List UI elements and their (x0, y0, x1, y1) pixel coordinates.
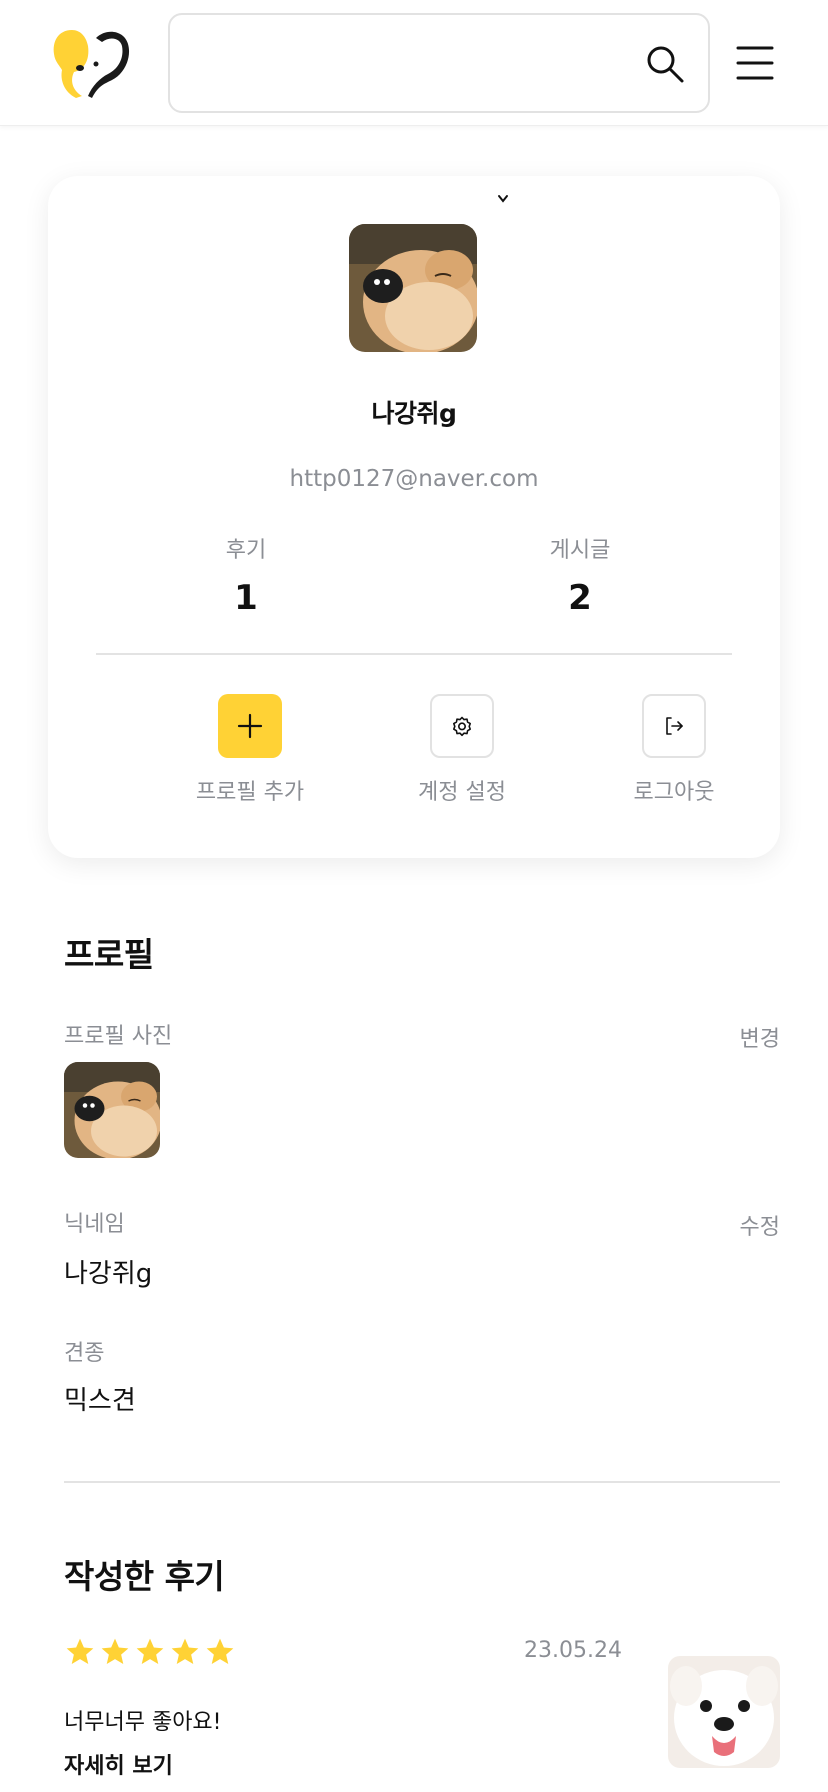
view-details-link[interactable]: 자세히 보기 (64, 1748, 173, 1780)
profile-photo (64, 1062, 160, 1158)
action-label: 로그아웃 (633, 780, 715, 805)
breed-label: 견종 (64, 1341, 105, 1366)
account-settings-button[interactable]: 계정 설정 (362, 694, 562, 806)
review-text: 너무너무 좋아요! (64, 1710, 222, 1735)
profile-avatar[interactable] (349, 224, 477, 352)
star-icon (136, 1638, 164, 1664)
plus-icon[interactable] (218, 694, 282, 758)
breed-value: 믹스견 (64, 1386, 136, 1416)
star-rating (64, 1636, 236, 1670)
email-text: http0127@naver.com (289, 466, 539, 492)
star-icon (66, 1638, 94, 1664)
add-profile-button[interactable]: 프로필 추가 (150, 694, 350, 806)
star-icon (101, 1638, 129, 1664)
stat-posts[interactable]: 게시글 2 (480, 532, 680, 618)
logout-icon[interactable] (642, 694, 706, 758)
reviews-section-title: 작성한 후기 (64, 1557, 225, 1596)
star-icon (171, 1638, 199, 1664)
action-label: 계정 설정 (418, 780, 506, 805)
nickname-row[interactable]: 나강쥐g (48, 394, 780, 434)
change-photo-button[interactable]: 변경 (740, 1021, 780, 1053)
search-icon[interactable] (644, 43, 686, 85)
action-label: 프로필 추가 (195, 780, 305, 805)
mascot-logo-icon[interactable] (50, 26, 140, 102)
review-date: 23.05.24 (524, 1638, 622, 1663)
divider (96, 653, 732, 655)
app-header (0, 0, 828, 126)
profile-section-title: 프로필 (64, 935, 154, 974)
stat-label: 게시글 (549, 538, 611, 563)
search-bar[interactable] (168, 13, 710, 113)
stat-value: 1 (234, 578, 258, 618)
star-icon (206, 1638, 234, 1664)
divider (64, 1481, 780, 1483)
chevron-down-icon[interactable] (495, 190, 511, 203)
review-thumbnail[interactable] (668, 1656, 780, 1768)
stat-value: 2 (568, 578, 592, 618)
nickname-label: 닉네임 (64, 1212, 125, 1237)
nickname-text: 나강쥐g (371, 399, 457, 428)
profile-summary-card: 나강쥐g http0127@naver.com 후기 1 게시글 2 프로필 추… (48, 176, 780, 858)
gear-icon[interactable] (430, 694, 494, 758)
nickname-value: 나강쥐g (64, 1259, 153, 1289)
logout-button[interactable]: 로그아웃 (574, 694, 774, 806)
hamburger-menu-icon[interactable] (736, 44, 774, 82)
profile-photo-label: 프로필 사진 (64, 1024, 173, 1049)
stat-reviews[interactable]: 후기 1 (146, 532, 346, 618)
edit-nickname-button[interactable]: 수정 (740, 1209, 780, 1241)
stat-label: 후기 (225, 538, 267, 563)
